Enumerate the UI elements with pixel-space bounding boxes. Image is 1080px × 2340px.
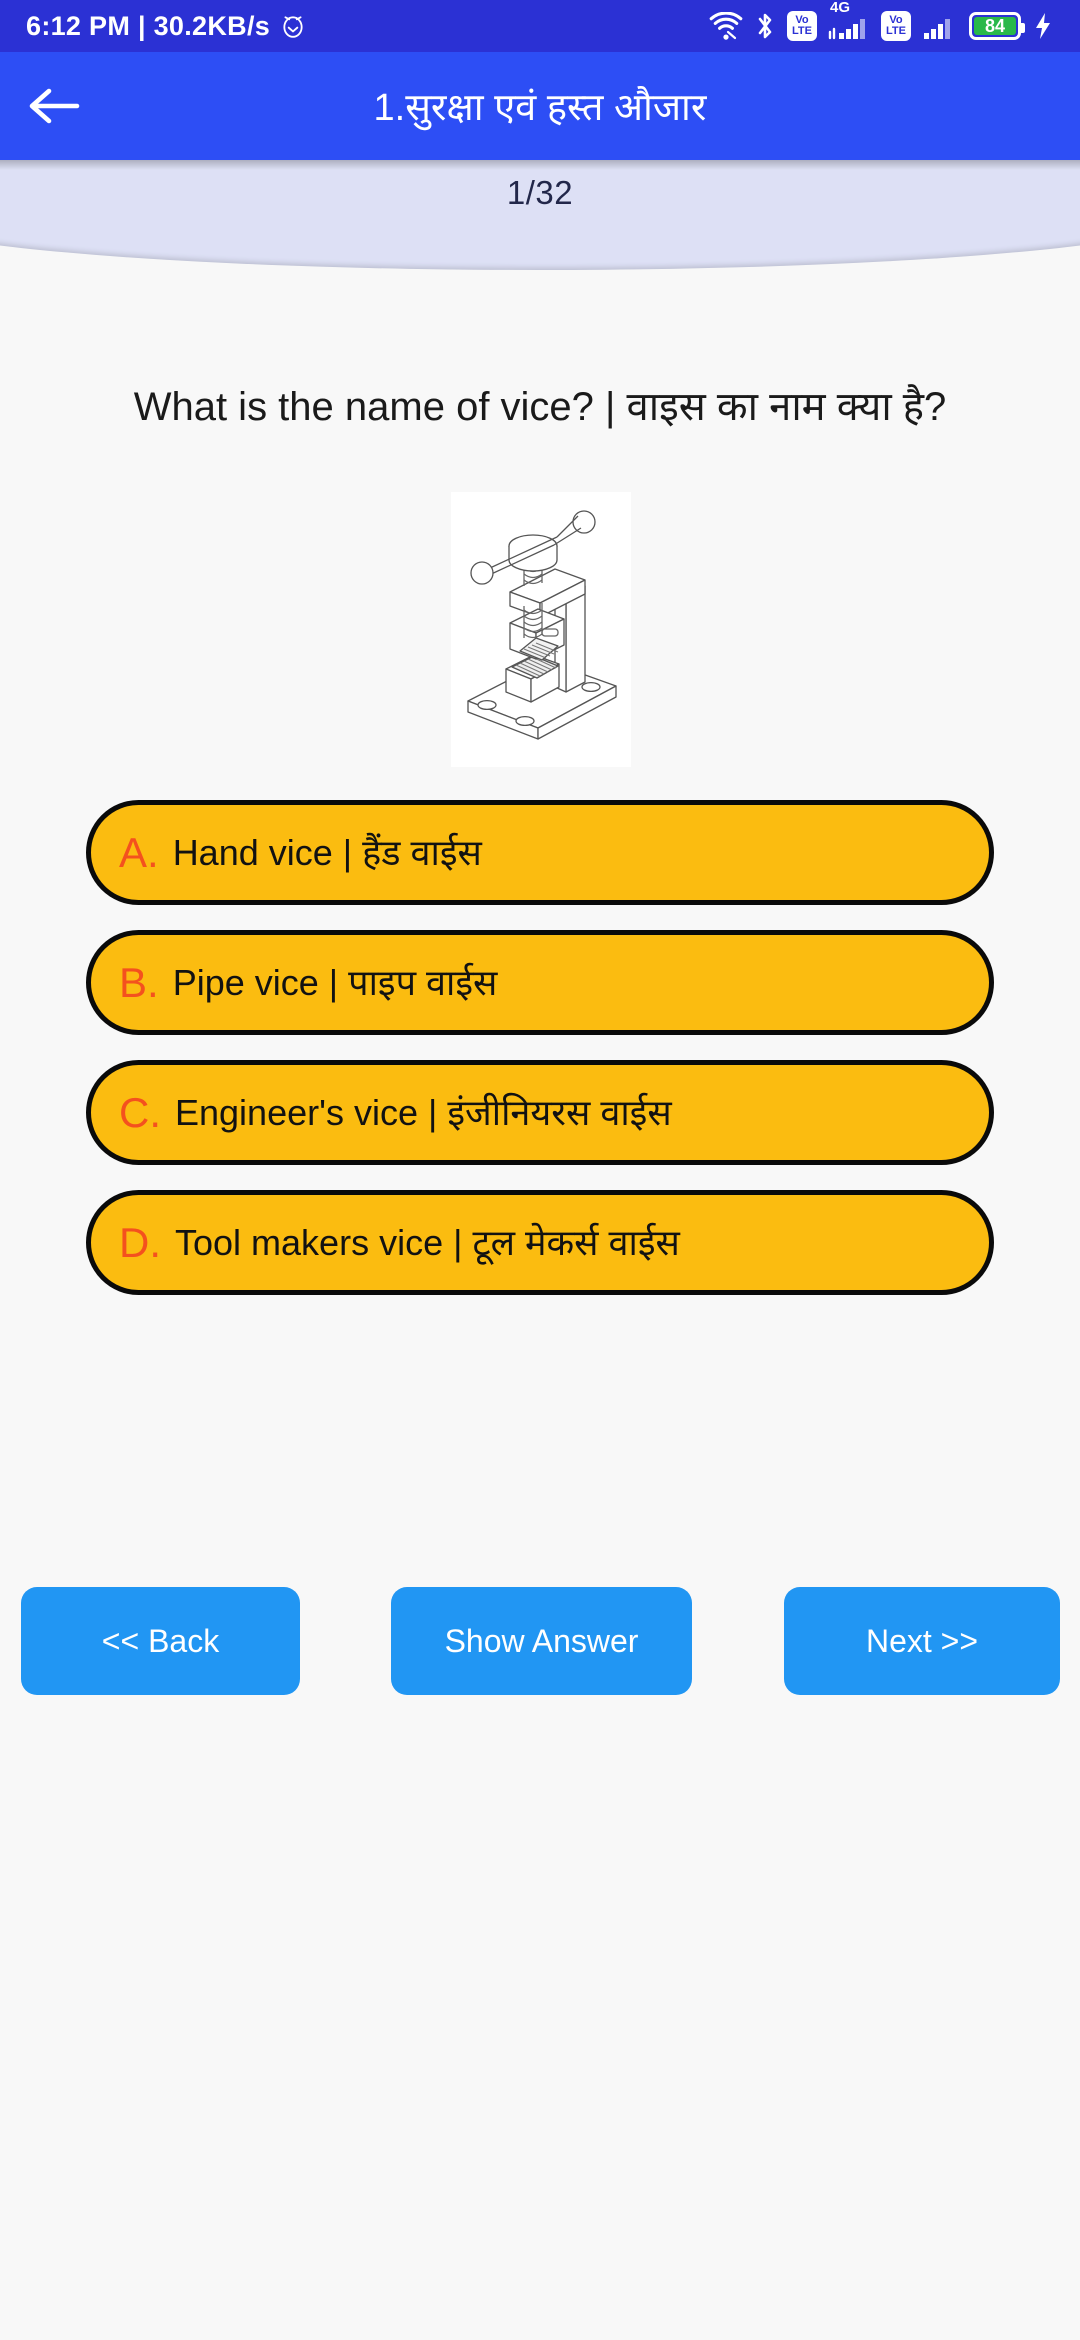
options-list: A. Hand vice | हैंड वाईस B. Pipe vice | …	[0, 800, 1080, 1320]
question-text: What is the name of vice? | वाइस का नाम …	[133, 385, 947, 429]
volte-icon-sim2: Vo LTE	[881, 11, 911, 41]
status-bar-right: Vo LTE 4G Vo LTE 84	[709, 0, 1054, 41]
signal-icon-sim1: 4G	[828, 0, 870, 40]
battery-percent-label: 84	[984, 16, 1006, 36]
volte-icon-sim1: Vo LTE	[787, 11, 817, 41]
option-d-letter: D.	[119, 1218, 161, 1266]
network-type-label: 4G	[830, 0, 851, 16]
alarm-clock-icon	[283, 16, 303, 38]
progress-band: 1/32	[0, 160, 1080, 270]
bluetooth-icon	[758, 13, 772, 39]
option-d-label: Tool makers vice | टूल मेकर्स वाईस	[175, 1221, 680, 1263]
page-title: 1.सुरक्षा एवं हस्त औजार	[373, 87, 707, 129]
back-nav-button[interactable]: << Back	[21, 1587, 300, 1695]
option-a-label: Hand vice | हैंड वाईस	[172, 831, 482, 873]
wifi-icon	[709, 12, 743, 40]
option-a[interactable]: A. Hand vice | हैंड वाईस	[86, 800, 994, 905]
status-time-and-speed: 6:12 PM | 30.2KB/s	[26, 10, 271, 41]
option-c[interactable]: C. Engineer's vice | इंजीनियरस वाईस	[86, 1060, 994, 1165]
charging-bolt-icon	[1036, 13, 1050, 39]
volte-bottom: LTE	[792, 25, 812, 37]
option-c-letter: C.	[119, 1088, 161, 1136]
volte-bottom-2: LTE	[886, 25, 906, 37]
question-counter: 1/32	[506, 174, 574, 211]
signal-bars-sim1	[828, 19, 865, 40]
show-answer-button[interactable]: Show Answer	[391, 1587, 692, 1695]
arrow-left-icon	[29, 88, 80, 124]
option-b[interactable]: B. Pipe vice | पाइप वाईस	[86, 930, 994, 1035]
battery-icon: 84	[969, 12, 1025, 40]
app-screen: 6:12 PM | 30.2KB/s Vo LTE 4G Vo LTE 84 1…	[0, 0, 1080, 2340]
status-bar: 6:12 PM | 30.2KB/s Vo LTE 4G Vo LTE 84	[0, 0, 1080, 52]
option-a-letter: A.	[119, 828, 159, 876]
signal-bars-sim2	[924, 19, 950, 39]
option-d[interactable]: D. Tool makers vice | टूल मेकर्स वाईस	[86, 1190, 994, 1295]
question-image	[451, 492, 631, 767]
next-nav-button[interactable]: Next >>	[784, 1587, 1060, 1695]
option-c-label: Engineer's vice | इंजीनियरस वाईस	[175, 1091, 672, 1133]
app-bar-shadow	[0, 160, 1080, 170]
option-b-label: Pipe vice | पाइप वाईस	[172, 961, 498, 1003]
pipe-vice-line-drawing	[467, 509, 617, 740]
option-b-letter: B.	[119, 958, 159, 1006]
back-button[interactable]	[0, 52, 110, 160]
navigation-bar: << Back Show Answer Next >>	[0, 1586, 1080, 1696]
status-bar-left: 6:12 PM | 30.2KB/s	[26, 11, 306, 42]
app-bar: 1.सुरक्षा एवं हस्त औजार	[0, 52, 1080, 160]
